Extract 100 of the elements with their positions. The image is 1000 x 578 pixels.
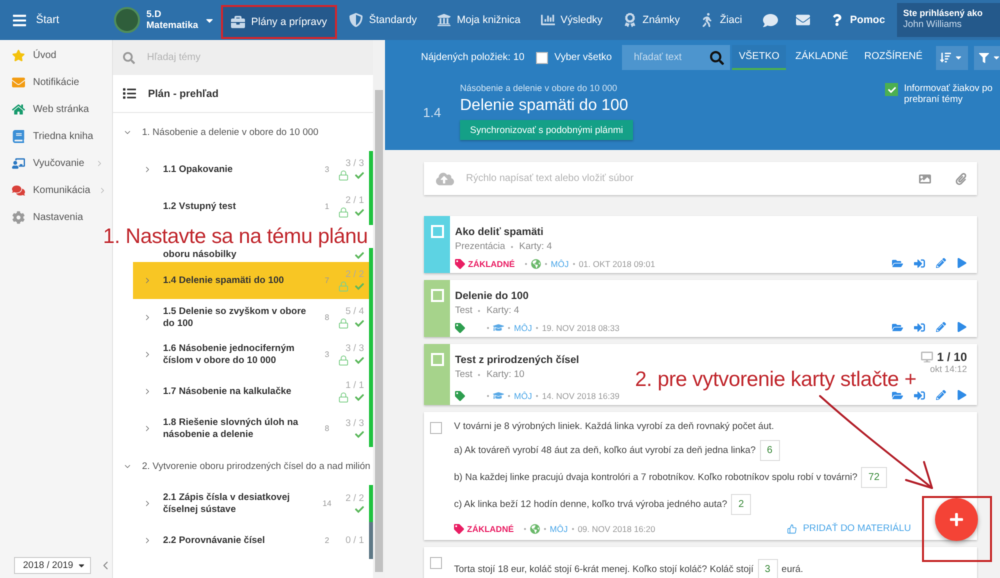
list-icon — [123, 87, 136, 100]
count-text: 2 — [324, 536, 330, 545]
checkbox[interactable] — [430, 422, 442, 434]
play-icon[interactable] — [957, 322, 967, 333]
topic-item[interactable]: oboru násobilky — [133, 248, 373, 262]
pencil-icon[interactable] — [936, 390, 946, 401]
monitor-icon — [920, 351, 933, 363]
quick-input-field[interactable]: Rýchlo napísať text alebo vložiť súbor — [424, 162, 977, 195]
start-menu-button[interactable]: Štart — [0, 0, 104, 40]
question-mark-icon — [831, 14, 844, 26]
tag-label: ZÁKLADNÉ — [467, 524, 514, 534]
topic-item[interactable]: 2.2 Porovnávanie čísel 2 0 / 1 — [133, 522, 373, 559]
material-card[interactable]: Delenie do 100 Test Karty: 4 MÔJ 19. NOV 2018 08:33 — [424, 280, 977, 337]
pencil-icon[interactable] — [936, 322, 946, 333]
progress-text: 2 / 1 — [346, 195, 364, 206]
checkbox[interactable] — [430, 557, 442, 569]
search-input[interactable]: Hľadaj témy — [145, 51, 373, 64]
check-icon — [888, 86, 896, 94]
card-title: Ako deliť spamäti — [455, 226, 544, 238]
sort-button[interactable] — [936, 46, 968, 70]
filter-tab[interactable]: VŠETKO — [732, 45, 786, 70]
filter-button[interactable] — [974, 46, 1000, 70]
nav-item[interactable]: Štandardy — [341, 0, 425, 40]
paperclip-icon[interactable] — [955, 172, 967, 184]
user-caption: Ste prihlásený ako — [903, 7, 984, 19]
briefcase-icon — [231, 14, 246, 28]
card-count: Karty: 4 — [519, 241, 552, 252]
answer-field: 2 — [731, 494, 752, 515]
sign-in-icon[interactable] — [914, 390, 925, 401]
topic-title: Delenie spamäti do 100 — [460, 97, 628, 115]
sidebar-item[interactable]: Vyučovanie — [0, 150, 112, 177]
book-icon — [12, 130, 25, 143]
select-all-checkbox[interactable]: Vyber všetko — [536, 52, 612, 64]
progress-text: 3 / 3 — [346, 343, 364, 354]
sidebar-item[interactable]: Web stránka — [0, 96, 112, 123]
house-icon — [12, 103, 25, 116]
nav-item[interactable]: Plány a prípravy — [221, 4, 338, 38]
folder-icon[interactable] — [892, 258, 903, 269]
card-type: Test — [455, 305, 472, 316]
filter-tab[interactable]: ZÁKLADNÉ — [788, 45, 856, 70]
sidebar-item[interactable]: Notifikácie — [0, 69, 112, 96]
parent-topic: Násobenie a delenie v obore do 10 000 — [460, 83, 618, 93]
annotation-note: 2. pre vytvorenie karty stlačte + — [635, 368, 916, 392]
filter-tab[interactable]: ROZŠÍRENÉ — [857, 45, 930, 70]
quick-input[interactable]: Rýchlo napísať text alebo vložiť súbor — [464, 172, 909, 185]
topic-group[interactable]: 1. Násobenie a delenie v obore do 10 000 — [113, 113, 373, 151]
count-text: 8 — [324, 424, 330, 433]
sign-in-icon[interactable] — [914, 258, 925, 269]
play-icon[interactable] — [957, 390, 967, 401]
nav-item[interactable]: Žiaci — [692, 0, 750, 40]
progress-text: 5 / 4 — [346, 306, 364, 317]
bar-chart-icon — [540, 13, 555, 27]
search-input[interactable]: hľadať text — [632, 51, 710, 64]
image-icon[interactable] — [919, 172, 931, 184]
user-panel[interactable]: Ste prihlásený ako John Williams — [897, 3, 1000, 37]
topic-item[interactable]: 2.1 Zápis čísla v desiatkovej číselnej sústave 14 2 / 2 — [133, 485, 373, 522]
notify-checkbox[interactable]: Informovať žiakov po prebraní témy — [885, 83, 1000, 140]
pencil-icon[interactable] — [936, 258, 946, 269]
play-icon[interactable] — [957, 258, 967, 269]
walking-person-icon — [700, 13, 714, 27]
topic-item[interactable]: 1.1 Opakovanie 3 3 / 3 — [133, 151, 373, 188]
class-switcher[interactable]: 5.D Matematika — [104, 0, 222, 40]
chat-bubble-icon[interactable] — [763, 12, 778, 28]
sign-in-icon[interactable] — [914, 322, 925, 333]
help-button[interactable]: Pomoc — [819, 0, 898, 40]
material-card[interactable]: Ako deliť spamäti Prezentácia Karty: 4 ZÁKLADNÉ MÔJ 01. OKT 2018 09:01 — [424, 216, 977, 273]
count-text: 3 — [324, 165, 330, 174]
badge-icon — [622, 13, 637, 27]
topic-group[interactable]: 2. Vytvorenie oboru prirodzených čísel do a nad milión — [113, 447, 373, 485]
topic-item[interactable]: 1.6 Násobenie jednociferným číslom v obore do 10 000 3 3 / 3 — [133, 336, 373, 373]
found-count: Nájdených položiek: 10 — [421, 52, 524, 63]
scrollbar[interactable] — [373, 40, 385, 578]
search-icon — [123, 52, 135, 64]
topic-item[interactable]: 1.8 Riešenie slovných úloh na násobenie a delenie 8 3 / 3 — [133, 410, 373, 447]
user-name: John Williams — [903, 19, 963, 31]
date-text: 01. OKT 2018 09:01 — [578, 258, 656, 268]
topic-item[interactable]: 1.5 Delenie so zvyškom v obore do 100 8 5 / 4 — [133, 299, 373, 336]
year-select[interactable]: 2018 / 2019 — [14, 557, 91, 574]
nav-item[interactable]: Známky — [614, 0, 688, 40]
answer-field: 3 — [758, 559, 778, 578]
topic-item[interactable]: 1.4 Delenie spamäti do 100 7 2 / 2 — [133, 262, 373, 299]
search-field[interactable]: hľadať text — [622, 45, 730, 70]
search-field[interactable]: Hľadaj témy — [113, 40, 373, 75]
mail-icon[interactable] — [796, 13, 810, 27]
topic-item[interactable]: 1.2 Vstupný test 1 2 / 1 — [133, 188, 373, 225]
sidebar-item[interactable]: Komunikácia — [0, 177, 112, 204]
progress-text: 3 / 3 — [346, 418, 364, 429]
sidebar-item[interactable]: Úvod — [0, 42, 112, 69]
folder-icon[interactable] — [892, 322, 903, 333]
nav-item[interactable]: Výsledky — [532, 0, 611, 40]
count-text: 8 — [324, 313, 330, 322]
overview-title[interactable]: Plán - prehľad — [148, 88, 219, 100]
avatar-circle — [114, 7, 140, 33]
nav-item[interactable]: Moja knižnica — [428, 0, 529, 40]
sort-icon — [940, 52, 952, 63]
sidebar-item[interactable]: Triedna kniha — [0, 123, 112, 150]
building-columns-icon — [436, 13, 451, 27]
cloud-upload-icon — [436, 170, 454, 188]
folder-icon[interactable] — [892, 390, 903, 401]
topic-item[interactable]: 1.7 Násobenie na kalkulačke 1 / 1 — [133, 373, 373, 410]
